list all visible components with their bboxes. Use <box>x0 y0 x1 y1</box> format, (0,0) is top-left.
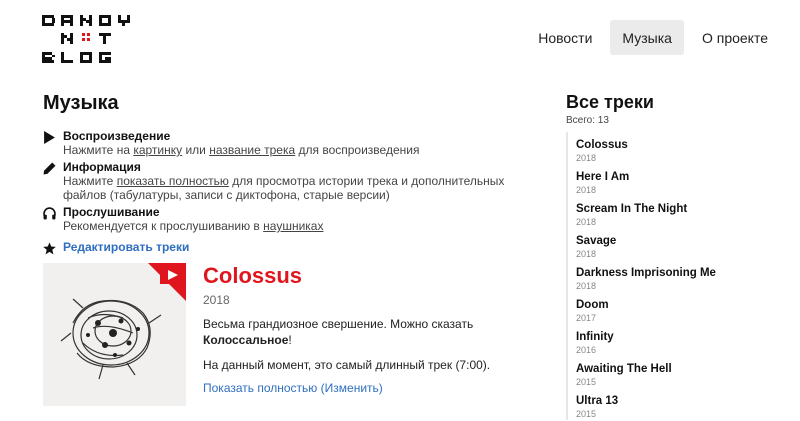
track-name[interactable]: Savage <box>576 228 786 249</box>
track-name[interactable]: Darkness Imprisoning Me <box>576 260 786 281</box>
track-note: На данный момент, это самый длинный трек… <box>203 358 491 372</box>
track-name[interactable]: Doom <box>576 292 786 313</box>
track-cover[interactable] <box>43 263 186 406</box>
page-title: Музыка <box>43 92 119 114</box>
track-name[interactable]: Scream In The Night <box>576 196 786 217</box>
show-full-link[interactable]: Показать полностью <box>203 381 317 395</box>
desc-text: ! <box>288 333 292 347</box>
track-name[interactable]: Here I Am <box>576 164 786 185</box>
help-link-show-full: показать полностью <box>116 174 229 188</box>
track-list-item[interactable]: Doom 2017 <box>576 292 786 324</box>
track-list-item[interactable]: Scream In The Night 2018 <box>576 196 786 228</box>
logo-pixel-icon <box>42 15 130 63</box>
track-list: Colossus 2018 Here I Am 2018 Scream In The… <box>566 132 786 420</box>
help-play-text: Нажмите на картинку или название трека д… <box>63 143 543 157</box>
track-list-item[interactable]: Darkness Imprisoning Me 2018 <box>576 260 786 292</box>
nav-item-about[interactable]: О проекте <box>690 20 780 55</box>
track-info: Colossus 2018 Весьма грандиозное свершен… <box>203 263 533 395</box>
desc-text: Весьма грандиозное свершение. Можно сказ… <box>203 317 474 331</box>
nav-item-music[interactable]: Музыка <box>610 20 684 55</box>
help-text-part: для воспроизведения <box>295 143 420 157</box>
track-year: 2016 <box>576 345 597 355</box>
featured-track: Colossus 2018 Весьма грандиозное свершен… <box>43 263 543 413</box>
edit-track-link[interactable]: (Изменить) <box>321 381 383 395</box>
play-icon <box>44 131 55 144</box>
track-name[interactable]: Colossus <box>576 132 786 153</box>
help-link-track-name: название трека <box>209 143 296 157</box>
help-listen-title: Прослушивание <box>63 205 160 219</box>
help-listen: Прослушивание Рекомендуется к прослушива… <box>43 205 543 233</box>
help-edit: Редактировать треки <box>43 236 543 256</box>
track-name[interactable]: Ultra 13 <box>576 388 786 409</box>
track-year: 2018 <box>576 185 597 195</box>
help-text-part: или <box>182 143 210 157</box>
help-play: Воспроизведение Нажмите на картинку или … <box>43 129 543 157</box>
star-icon <box>43 242 56 255</box>
track-year: 2018 <box>203 293 230 307</box>
track-year: 2018 <box>576 249 597 259</box>
play-corner-icon[interactable] <box>148 263 186 301</box>
help-text-part: Нажмите на <box>63 143 134 157</box>
nav-item-news[interactable]: Новости <box>526 20 604 55</box>
site-logo[interactable] <box>42 15 138 63</box>
help-text-part: Нажмите <box>63 174 117 188</box>
track-list-item[interactable]: Ultra 13 2015 <box>576 388 786 420</box>
track-year: 2018 <box>576 281 597 291</box>
track-list-item[interactable]: Savage 2018 <box>576 228 786 260</box>
track-name[interactable]: Awaiting The Hell <box>576 356 786 377</box>
help-play-title: Воспроизведение <box>63 129 171 143</box>
track-list-item[interactable]: Awaiting The Hell 2015 <box>576 356 786 388</box>
track-list-item[interactable]: Here I Am 2018 <box>576 164 786 196</box>
desc-bold-text: Колоссальное <box>203 333 289 347</box>
track-list-item[interactable]: Infinity 2016 <box>576 324 786 356</box>
edit-tracks-link[interactable]: Редактировать треки <box>63 236 189 254</box>
pencil-icon <box>43 162 56 175</box>
main-content: Музыка Воспроизведение Нажмите на картин… <box>43 92 543 406</box>
track-list-item[interactable]: Colossus 2018 <box>576 132 786 164</box>
help-info-title: Информация <box>63 160 141 174</box>
headphones-icon <box>43 207 56 220</box>
main-nav: Новости Музыка О проекте <box>526 20 780 55</box>
help-info: Информация Нажмите показать полностью дл… <box>43 160 543 202</box>
tracks-count: Всего: 13 <box>566 115 609 126</box>
track-year: 2015 <box>576 377 597 387</box>
track-name[interactable]: Infinity <box>576 324 786 345</box>
help-listen-text: Рекомендуется к прослушиванию в наушника… <box>63 219 543 233</box>
track-year: 2015 <box>576 409 597 419</box>
track-links: Показать полностью (Изменить) <box>203 381 533 395</box>
track-year: 2018 <box>576 217 597 227</box>
track-year: 2017 <box>576 313 597 323</box>
help-link-headphones: наушниках <box>263 219 324 233</box>
track-description: Весьма грандиозное свершение. Можно сказ… <box>203 316 533 348</box>
track-title[interactable]: Colossus <box>203 263 533 289</box>
track-year: 2018 <box>576 153 597 163</box>
help-link-cover: картинку <box>133 143 183 157</box>
help-text-part: Рекомендуется к прослушиванию в <box>63 219 264 233</box>
sidebar-title: Все треки <box>566 92 654 112</box>
help-info-text: Нажмите показать полностью для просмотра… <box>63 174 543 202</box>
all-tracks-sidebar: Все треки Всего: 13 Colossus 2018 Here I … <box>566 92 786 420</box>
